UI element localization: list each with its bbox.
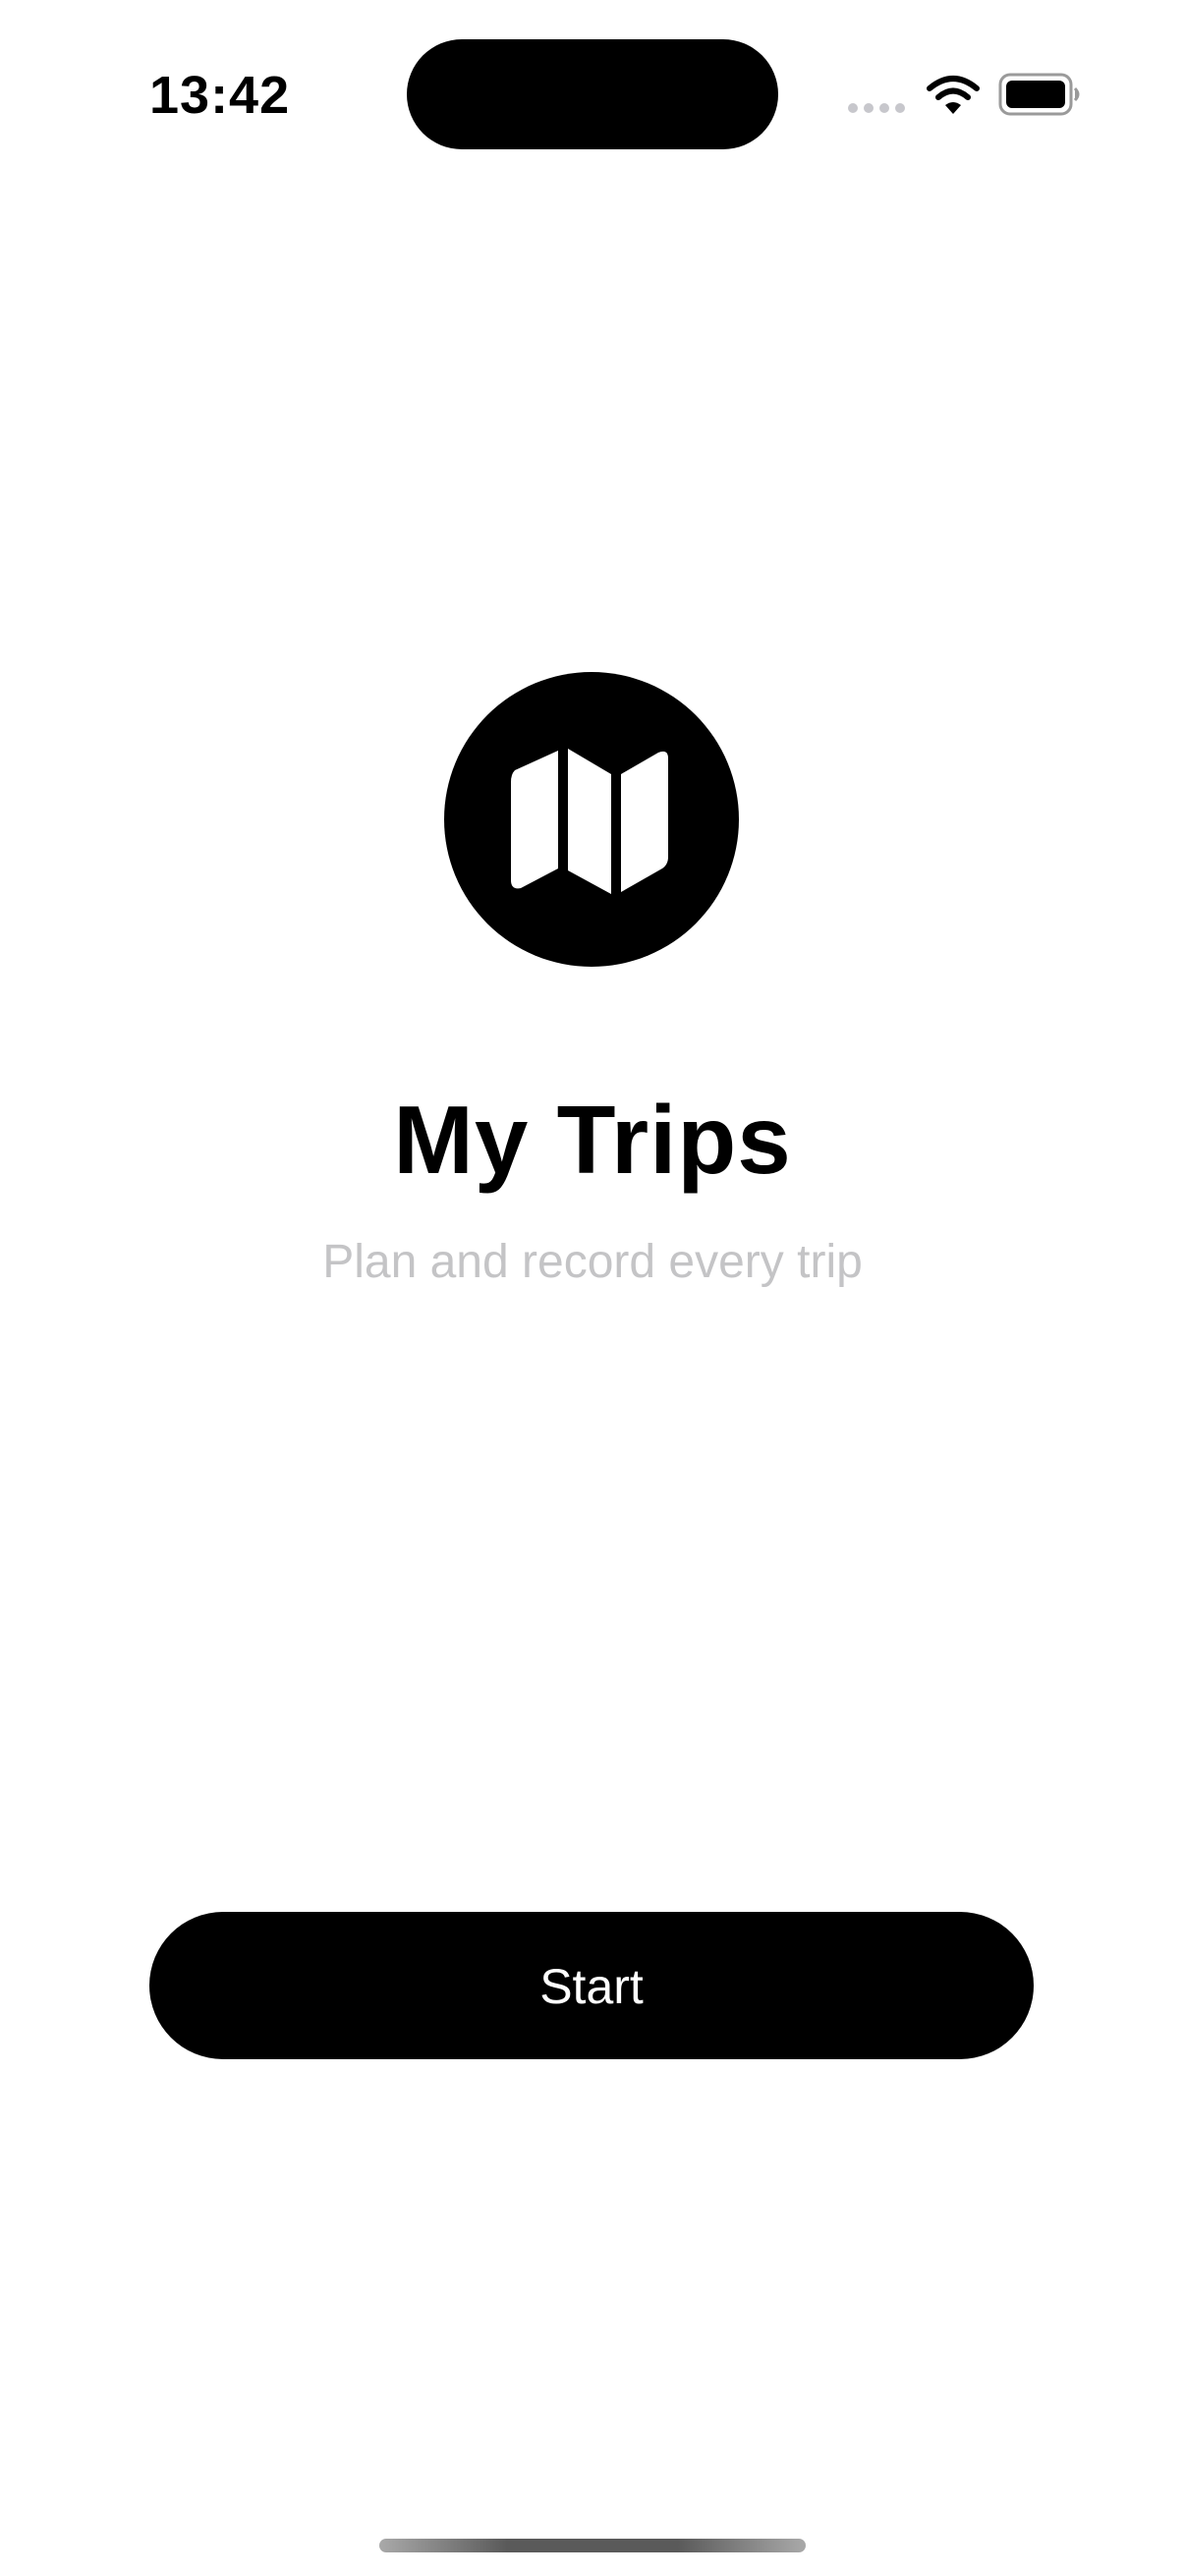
app-logo-badge (444, 672, 739, 967)
status-time: 13:42 (149, 66, 291, 125)
wifi-icon (927, 76, 980, 114)
app-subtitle: Plan and record every trip (322, 1236, 863, 1288)
home-indicator[interactable] (379, 2539, 806, 2552)
signal-dots-icon (848, 103, 905, 113)
battery-icon (998, 73, 1080, 116)
status-bar: 13:42 (0, 0, 1185, 187)
map-icon (511, 749, 668, 894)
app-title: My Trips (393, 1086, 792, 1194)
start-button[interactable]: Start (149, 1912, 1034, 2059)
dynamic-island (407, 39, 778, 149)
